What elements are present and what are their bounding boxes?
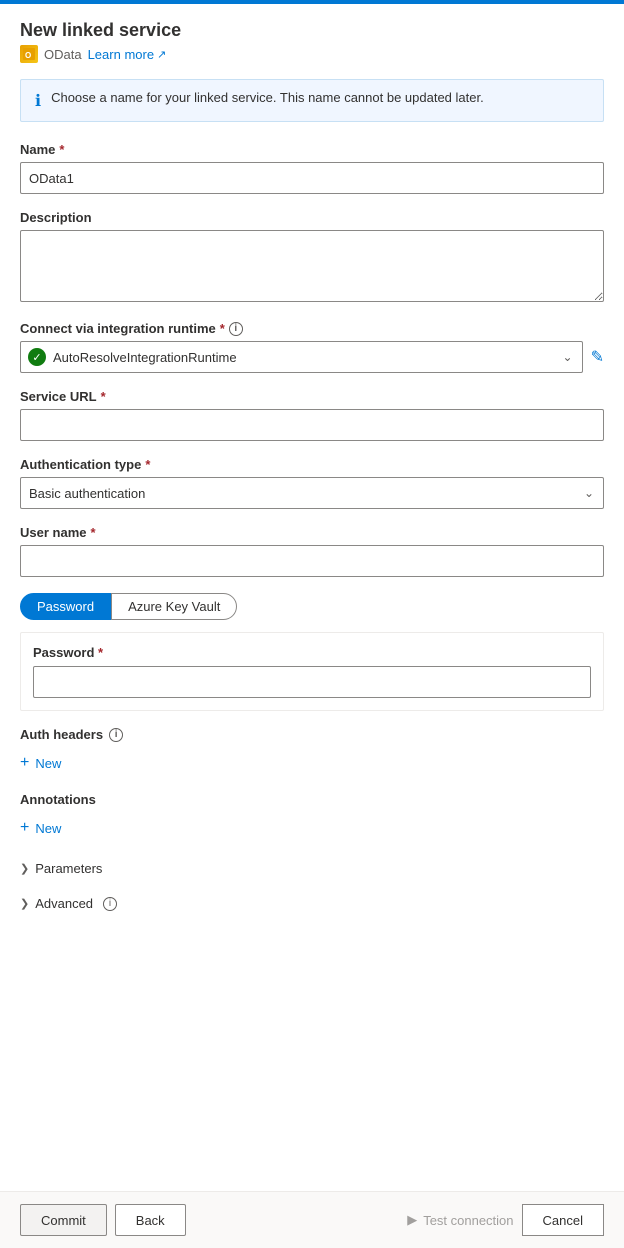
name-input[interactable] (20, 162, 604, 194)
advanced-toggle-button[interactable]: ❯ Advanced i (20, 892, 117, 915)
auth-headers-group: Auth headers i + New (20, 727, 604, 776)
auth-type-field-group: Authentication type * Anonymous Basic au… (20, 457, 604, 509)
service-url-required-star: * (101, 389, 106, 404)
password-tab-group: Password Azure Key Vault (20, 593, 604, 620)
page-title: New linked service (20, 20, 604, 41)
password-section-group: Password Azure Key Vault Password * (20, 593, 604, 711)
auth-headers-add-button[interactable]: + New (20, 750, 61, 776)
info-icon: ℹ (35, 91, 41, 111)
annotations-group: Annotations + New (20, 792, 604, 841)
integration-runtime-label: Connect via integration runtime * i (20, 321, 604, 336)
parameters-toggle-button[interactable]: ❯ Parameters (20, 857, 102, 880)
footer: Commit Back ▶ Test connection Cancel (0, 1191, 624, 1248)
password-input[interactable] (33, 666, 591, 698)
password-inner-label: Password * (33, 645, 591, 660)
auth-headers-label: Auth headers i (20, 727, 604, 742)
odata-icon: O (20, 45, 38, 63)
info-banner: ℹ Choose a name for your linked service.… (20, 79, 604, 122)
service-url-field-group: Service URL * (20, 389, 604, 441)
description-input[interactable] (20, 230, 604, 302)
annotations-plus-icon: + (20, 819, 29, 837)
runtime-edit-icon[interactable]: ✎ (591, 347, 604, 367)
svg-text:O: O (25, 51, 31, 60)
advanced-info-icon[interactable]: i (103, 897, 117, 911)
annotations-add-button[interactable]: + New (20, 815, 61, 841)
subtitle-text: OData (44, 47, 82, 62)
integration-runtime-field-group: Connect via integration runtime * i ✓ Au… (20, 321, 604, 373)
runtime-dropdown-wrapper: ✓ AutoResolveIntegrationRuntime ⌄ ✎ (20, 341, 604, 373)
subtitle-row: O OData Learn more ↗ (20, 45, 604, 63)
auth-headers-info-icon[interactable]: i (109, 728, 123, 742)
description-field-group: Description (20, 210, 604, 305)
external-link-icon: ↗ (157, 48, 166, 61)
name-field-group: Name * (20, 142, 604, 194)
password-required-star: * (98, 645, 103, 660)
username-field-group: User name * (20, 525, 604, 577)
runtime-required-star: * (220, 321, 225, 336)
parameters-chevron-icon: ❯ (20, 862, 29, 875)
info-banner-text: Choose a name for your linked service. T… (51, 90, 484, 105)
auth-type-dropdown-container: Anonymous Basic authentication Windows a… (20, 477, 604, 509)
description-label: Description (20, 210, 604, 225)
runtime-info-icon[interactable]: i (229, 322, 243, 336)
advanced-chevron-icon: ❯ (20, 897, 29, 910)
username-label: User name * (20, 525, 604, 540)
test-connection-button[interactable]: ▶ Test connection (407, 1212, 513, 1228)
parameters-section: ❯ Parameters (20, 857, 604, 880)
annotations-label: Annotations (20, 792, 604, 807)
azure-key-vault-tab-button[interactable]: Azure Key Vault (111, 593, 237, 620)
learn-more-link[interactable]: Learn more ↗ (88, 47, 167, 62)
main-content: New linked service O OData Learn more ↗ … (0, 4, 624, 1191)
auth-type-required-star: * (145, 457, 150, 472)
password-tab-button[interactable]: Password (20, 593, 111, 620)
username-input[interactable] (20, 545, 604, 577)
cancel-button[interactable]: Cancel (522, 1204, 604, 1236)
commit-button[interactable]: Commit (20, 1204, 107, 1236)
auth-headers-plus-icon: + (20, 754, 29, 772)
advanced-section: ❯ Advanced i (20, 892, 604, 915)
runtime-select-container: ✓ AutoResolveIntegrationRuntime ⌄ (20, 341, 583, 373)
username-required-star: * (90, 525, 95, 540)
back-button[interactable]: Back (115, 1204, 186, 1236)
test-connection-icon: ▶ (407, 1212, 417, 1228)
name-label: Name * (20, 142, 604, 157)
auth-type-label: Authentication type * (20, 457, 604, 472)
service-url-label: Service URL * (20, 389, 604, 404)
service-url-input[interactable] (20, 409, 604, 441)
runtime-select[interactable]: AutoResolveIntegrationRuntime (20, 341, 583, 373)
password-section: Password * (20, 632, 604, 711)
name-required-star: * (59, 142, 64, 157)
auth-type-select[interactable]: Anonymous Basic authentication Windows a… (20, 477, 604, 509)
